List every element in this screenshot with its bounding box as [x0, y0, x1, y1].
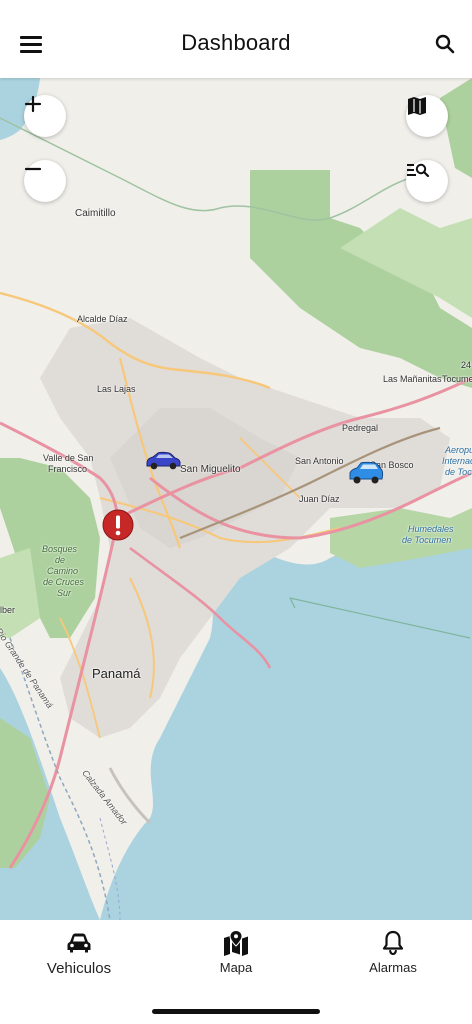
zoom-out-button[interactable] [24, 160, 66, 202]
place-label: lber [0, 605, 16, 615]
page-title: Dashboard [181, 30, 291, 55]
app-header: Dashboard [0, 0, 472, 78]
place-label: de Cruces [43, 577, 85, 587]
zoom-in-button[interactable] [24, 95, 66, 137]
place-label: de Tocumen [402, 535, 452, 545]
place-label: Bosques [42, 544, 78, 554]
car-icon [146, 451, 181, 470]
place-label: Francisco [48, 464, 88, 474]
place-label: Panamá [92, 666, 141, 681]
nav-item-alarmas[interactable]: Alarmas [323, 930, 463, 975]
nav-item-mapa[interactable]: Mapa [166, 930, 306, 975]
place-label: Las Lajas [97, 384, 136, 394]
home-indicator [152, 1009, 320, 1014]
place-label: de [55, 555, 66, 565]
plus-icon [24, 95, 42, 113]
map-tiles [0, 78, 472, 920]
map-layers-button[interactable] [406, 95, 448, 137]
place-label: San Antonio [295, 456, 344, 466]
place-label: Pedregal [342, 423, 379, 433]
map-pin-icon [224, 930, 248, 956]
place-label: Las Mañanitas [383, 374, 442, 384]
place-label: Sur [57, 588, 72, 598]
nav-item-vehiculos[interactable]: Vehiculos [9, 930, 149, 977]
place-label: Valle de San [43, 453, 94, 463]
place-label: de Tocu [445, 467, 472, 477]
place-label: Humedales [408, 524, 454, 534]
place-label: Tocumen [442, 374, 472, 384]
search-icon[interactable] [434, 33, 456, 55]
nav-label: Vehiculos [46, 960, 112, 977]
car-icon [67, 933, 91, 953]
map-view[interactable]: Caimitillo Alcalde Díaz Las Lajas Valle … [0, 78, 472, 920]
route-label: 24 [461, 360, 472, 370]
map-icon [408, 97, 426, 115]
map-search-list-button[interactable] [406, 160, 448, 202]
bell-icon [382, 930, 404, 956]
nav-label: Alarmas [369, 960, 417, 975]
place-label: Camino [47, 566, 79, 576]
place-label: San Miguelito [180, 464, 241, 475]
minus-icon [24, 167, 42, 171]
car-icon [349, 461, 384, 484]
place-label: Juan Díaz [299, 494, 340, 504]
place-label: Internaci [442, 456, 472, 466]
place-label: Caimitillo [75, 208, 116, 219]
list-search-icon [407, 163, 430, 178]
place-label: Aeropue [445, 445, 472, 455]
place-label: Alcalde Díaz [77, 314, 128, 324]
alert-icon [102, 509, 134, 541]
nav-label: Mapa [219, 960, 253, 975]
